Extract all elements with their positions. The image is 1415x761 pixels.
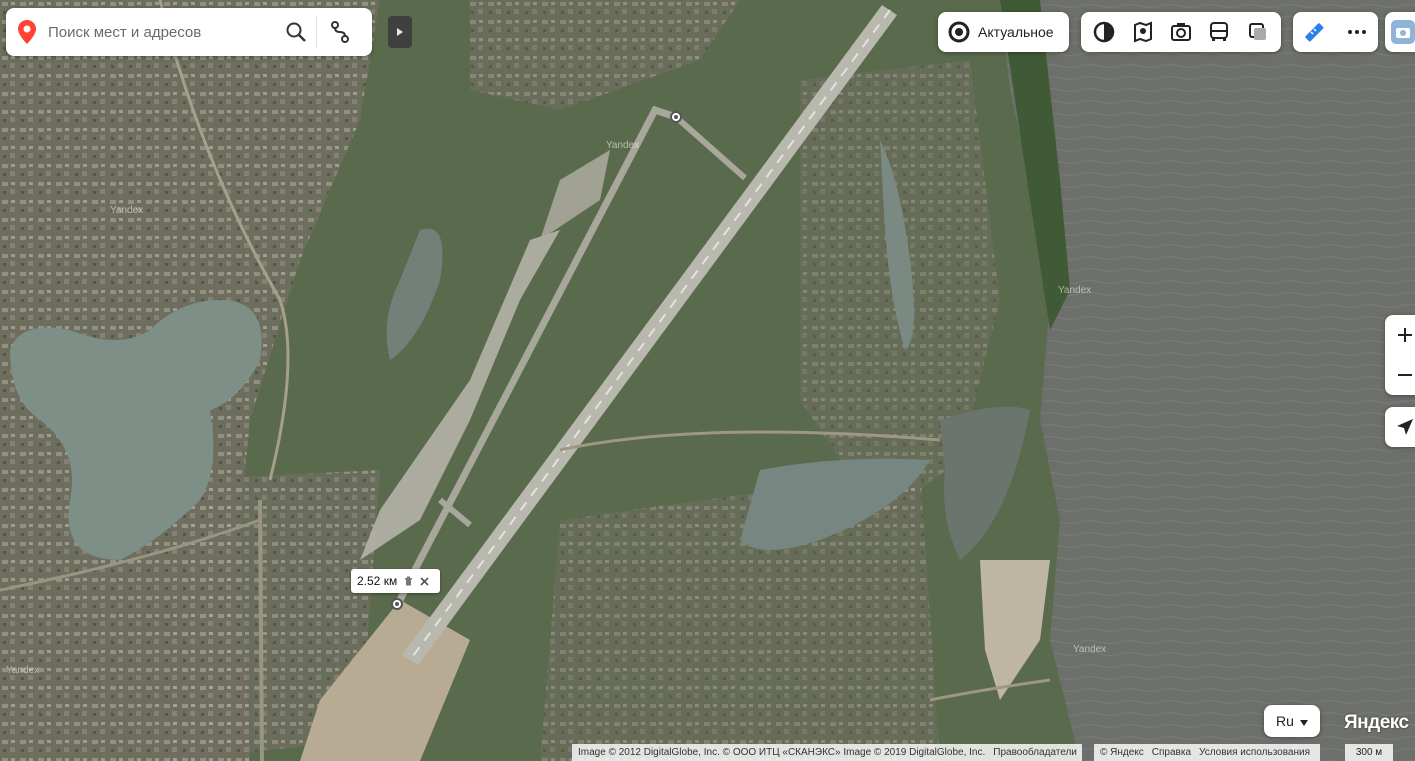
- yandex-copyright: © Яндекс Справка Условия использования: [1094, 744, 1320, 761]
- layers-toolbar: [1081, 12, 1281, 52]
- search-box: [6, 8, 372, 56]
- camera-icon: [1390, 19, 1415, 45]
- yandex-copyright-text: © Яндекс: [1100, 747, 1144, 758]
- traffic-icon[interactable]: [1125, 14, 1161, 50]
- actual-imagery-label: Актуальное: [978, 24, 1054, 40]
- tools-toolbar: [1293, 12, 1378, 52]
- yandex-watermark: Yandex: [1073, 644, 1107, 655]
- zoom-controls: [1385, 315, 1415, 395]
- yandex-watermark: Yandex: [110, 205, 144, 216]
- distance-label: 2.52 км: [351, 569, 440, 593]
- language-value: Ru: [1276, 713, 1294, 729]
- more-icon[interactable]: [1339, 14, 1375, 50]
- zoom-out-icon[interactable]: [1385, 355, 1415, 395]
- layers-icon[interactable]: [1240, 14, 1276, 50]
- ruler-icon[interactable]: [1296, 14, 1332, 50]
- my-location-button[interactable]: [1385, 407, 1415, 447]
- yandex-watermark: Yandex: [606, 140, 640, 151]
- navigation-arrow-icon: [1397, 419, 1413, 435]
- actual-imagery-button[interactable]: Актуальное: [938, 12, 1069, 52]
- play-arrow-icon: [397, 28, 403, 36]
- yandex-logo: Яндекс: [1344, 712, 1409, 733]
- imagery-credits: Image © 2012 DigitalGlobe, Inc. © ООО ИТ…: [578, 747, 986, 758]
- route-icon[interactable]: [317, 12, 363, 52]
- transport-icon[interactable]: [1201, 14, 1237, 50]
- collapse-panel-button[interactable]: [388, 16, 412, 48]
- search-input[interactable]: [46, 22, 270, 42]
- close-icon[interactable]: [420, 576, 429, 586]
- imagery-copyright: Image © 2012 DigitalGlobe, Inc. © ООО ИТ…: [572, 744, 1082, 761]
- yandex-watermark: Yandex: [1058, 285, 1092, 296]
- camera-button[interactable]: [1385, 12, 1415, 52]
- yandex-watermark: Yandex: [6, 665, 40, 676]
- scale-bar: 300 м: [1345, 744, 1393, 761]
- panorama-icon[interactable]: [1163, 14, 1199, 50]
- map-type-icon[interactable]: [1086, 14, 1122, 50]
- help-link[interactable]: Справка: [1152, 747, 1191, 758]
- location-pin-icon: [18, 20, 36, 44]
- target-icon: [948, 21, 970, 43]
- rights-holders-link[interactable]: Правообладатели: [993, 747, 1077, 758]
- satellite-map[interactable]: [0, 0, 1415, 761]
- chevron-down-icon: [1299, 713, 1308, 729]
- language-select[interactable]: Ru: [1264, 705, 1320, 737]
- zoom-in-icon[interactable]: [1385, 315, 1415, 355]
- trash-icon[interactable]: [404, 576, 413, 586]
- distance-value: 2.52 км: [357, 574, 398, 588]
- search-icon[interactable]: [276, 12, 316, 52]
- terms-link[interactable]: Условия использования: [1199, 747, 1310, 758]
